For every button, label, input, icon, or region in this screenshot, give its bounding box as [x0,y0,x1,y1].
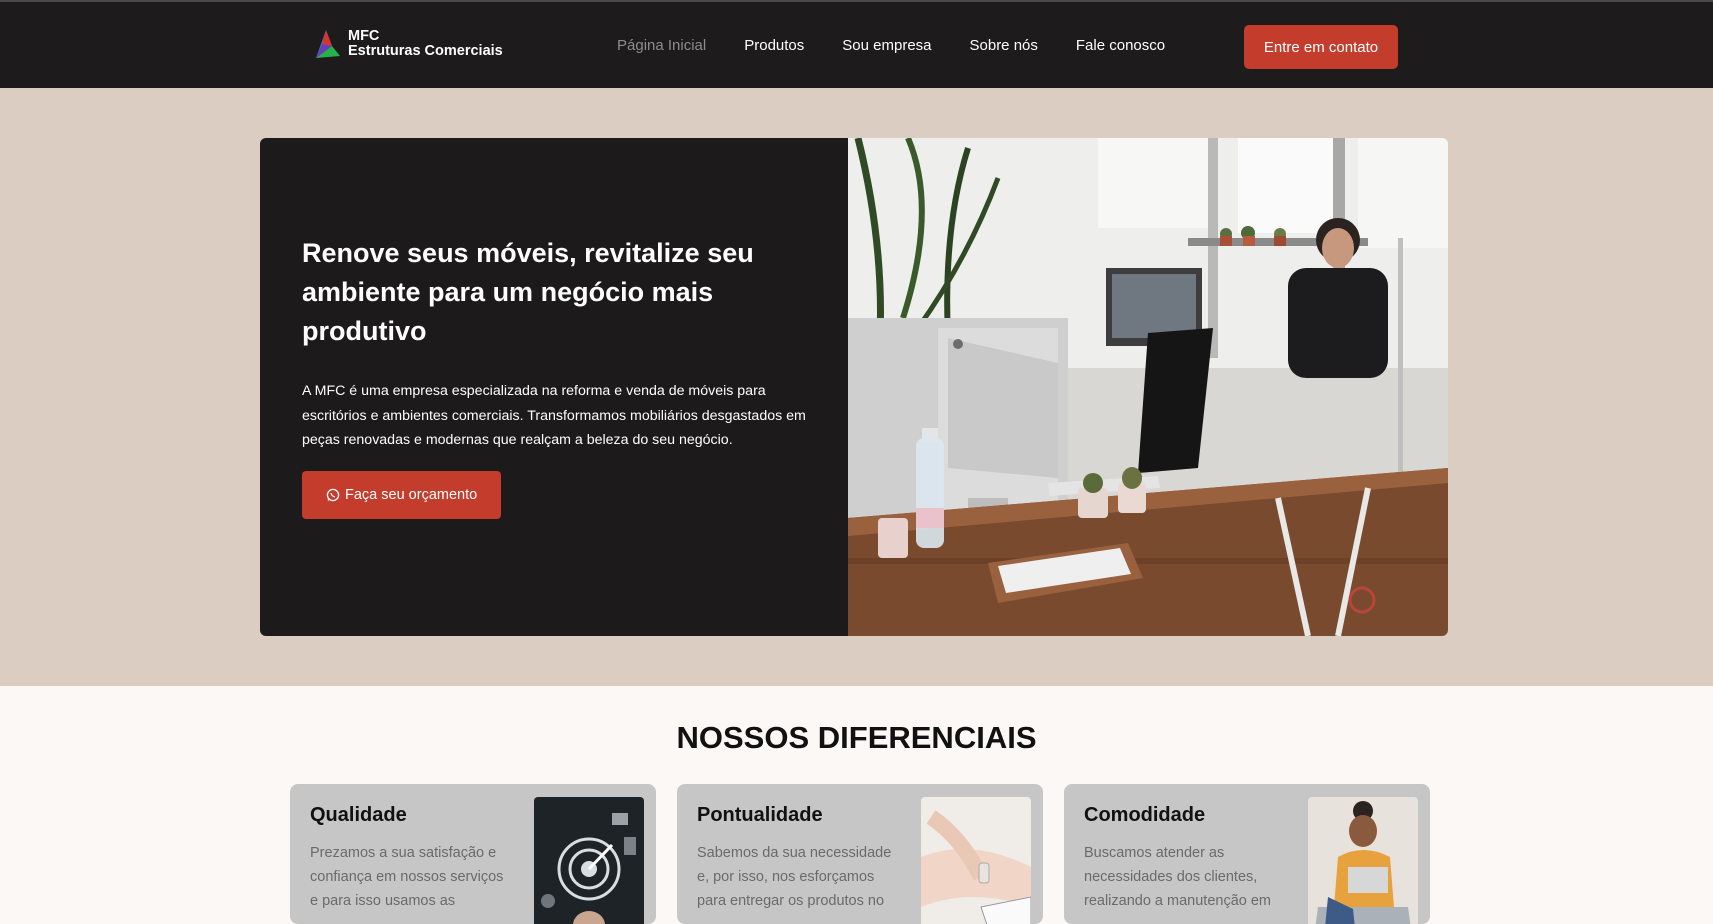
logo-mark-icon [316,30,340,58]
nav-item-pagina-inicial[interactable]: Página Inicial [617,37,706,54]
card-qualidade: Qualidade Prezamos a sua satisfação e co… [290,784,656,924]
nav-item-produtos[interactable]: Produtos [744,37,804,54]
card-image-woman-laptop [1308,797,1418,924]
brand-line-2: Estruturas Comerciais [348,43,503,59]
hero-description: A MFC é uma empresa especializada na ref… [302,383,806,448]
quote-button-label: Faça seu orçamento [345,486,478,503]
brand-name: MFC Estruturas Comerciais [348,29,503,59]
hero-content: Renove seus móveis, revitalize seu ambie… [260,138,848,636]
whatsapp-icon [326,488,340,501]
hero-office-image [848,138,1448,636]
hero-card: Renove seus móveis, revitalize seu ambie… [260,138,1448,636]
card-text: Buscamos atender as necessidades dos cli… [1084,845,1272,909]
wristwatch-icon [921,797,1031,924]
nav-item-sobre-nos[interactable]: Sobre nós [970,37,1038,54]
nav-item-fale-conosco[interactable]: Fale conosco [1076,37,1165,54]
hero-section: Renove seus móveis, revitalize seu ambie… [0,88,1713,686]
office-photo-illustration [848,138,1448,636]
card-comodidade: Comodidade Buscamos atender as necessida… [1064,784,1430,924]
site-header: MFC Estruturas Comerciais Página Inicial… [0,0,1713,88]
card-image-target [534,797,644,924]
differentials-title: NOSSOS DIFERENCIAIS [676,720,1037,755]
card-pontualidade: Pontualidade Sabemos da sua necessidade … [677,784,1043,924]
person-laptop-icon [1308,797,1418,924]
differentials-section: NOSSOS DIFERENCIAIS Qualidade Prezamos a… [0,716,1713,924]
brand-line-1: MFC [348,28,380,44]
differentials-cards: Qualidade Prezamos a sua satisfação e co… [290,784,1451,924]
target-icon [534,797,644,924]
card-image-watch [921,797,1031,924]
card-text: Sabemos da sua necessidade e, por isso, … [697,845,892,909]
main-nav: Página Inicial Produtos Sou empresa Sobr… [617,37,1203,54]
brand-logo[interactable]: MFC Estruturas Comerciais [312,28,503,60]
card-text: Prezamos a sua satisfação e confiança em… [310,845,504,909]
quote-button[interactable]: Faça seu orçamento [302,470,502,519]
nav-item-sou-empresa[interactable]: Sou empresa [842,37,931,54]
contact-button[interactable]: Entre em contato [1244,25,1398,69]
hero-title: Renove seus móveis, revitalize seu ambie… [302,238,754,346]
